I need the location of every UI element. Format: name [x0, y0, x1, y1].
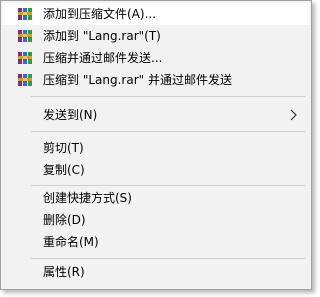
context-menu: 添加到压缩文件(A)... 添加到 "Lang.rar"(T) 压缩并通过邮件发	[0, 0, 312, 290]
winrar-icon	[17, 50, 33, 66]
menu-item-label: 重命名(M)	[43, 235, 99, 249]
menu-item-compress-to-lang-rar-and-email[interactable]: 压缩到 "Lang.rar" 并通过邮件发送	[2, 69, 310, 91]
menu-item-label: 发送到(N)	[43, 108, 98, 122]
menu-item-send-to[interactable]: 发送到(N)	[2, 104, 310, 126]
menu-item-label: 删除(D)	[43, 213, 86, 227]
menu-item-label: 压缩并通过邮件发送...	[43, 51, 163, 65]
menu-item-label: 属性(R)	[43, 265, 85, 279]
menu-item-label: 压缩到 "Lang.rar" 并通过邮件发送	[43, 73, 232, 87]
menu-item-copy[interactable]: 复制(C)	[2, 159, 310, 181]
winrar-icon	[17, 72, 33, 88]
menu-item-label: 添加到压缩文件(A)...	[43, 7, 157, 21]
menu-item-add-to-lang-rar[interactable]: 添加到 "Lang.rar"(T)	[2, 25, 310, 47]
menu-separator	[31, 96, 305, 97]
menu-item-cut[interactable]: 剪切(T)	[2, 137, 310, 159]
menu-item-delete[interactable]: 删除(D)	[2, 209, 310, 231]
menu-item-label: 剪切(T)	[43, 141, 84, 155]
menu-item-compress-and-email[interactable]: 压缩并通过邮件发送...	[2, 47, 310, 69]
winrar-icon	[17, 6, 33, 22]
chevron-right-icon	[290, 109, 298, 121]
menu-item-label: 添加到 "Lang.rar"(T)	[43, 29, 161, 43]
menu-item-create-shortcut[interactable]: 创建快捷方式(S)	[2, 187, 310, 209]
winrar-icon	[17, 28, 33, 44]
menu-item-label: 复制(C)	[43, 163, 85, 177]
menu-item-add-to-archive[interactable]: 添加到压缩文件(A)...	[2, 3, 310, 25]
menu-item-properties[interactable]: 属性(R)	[2, 261, 310, 283]
menu-item-rename[interactable]: 重命名(M)	[2, 231, 310, 253]
menu-separator	[31, 131, 305, 132]
menu-separator	[31, 258, 305, 259]
menu-item-label: 创建快捷方式(S)	[43, 191, 132, 205]
menu-separator	[31, 185, 305, 186]
